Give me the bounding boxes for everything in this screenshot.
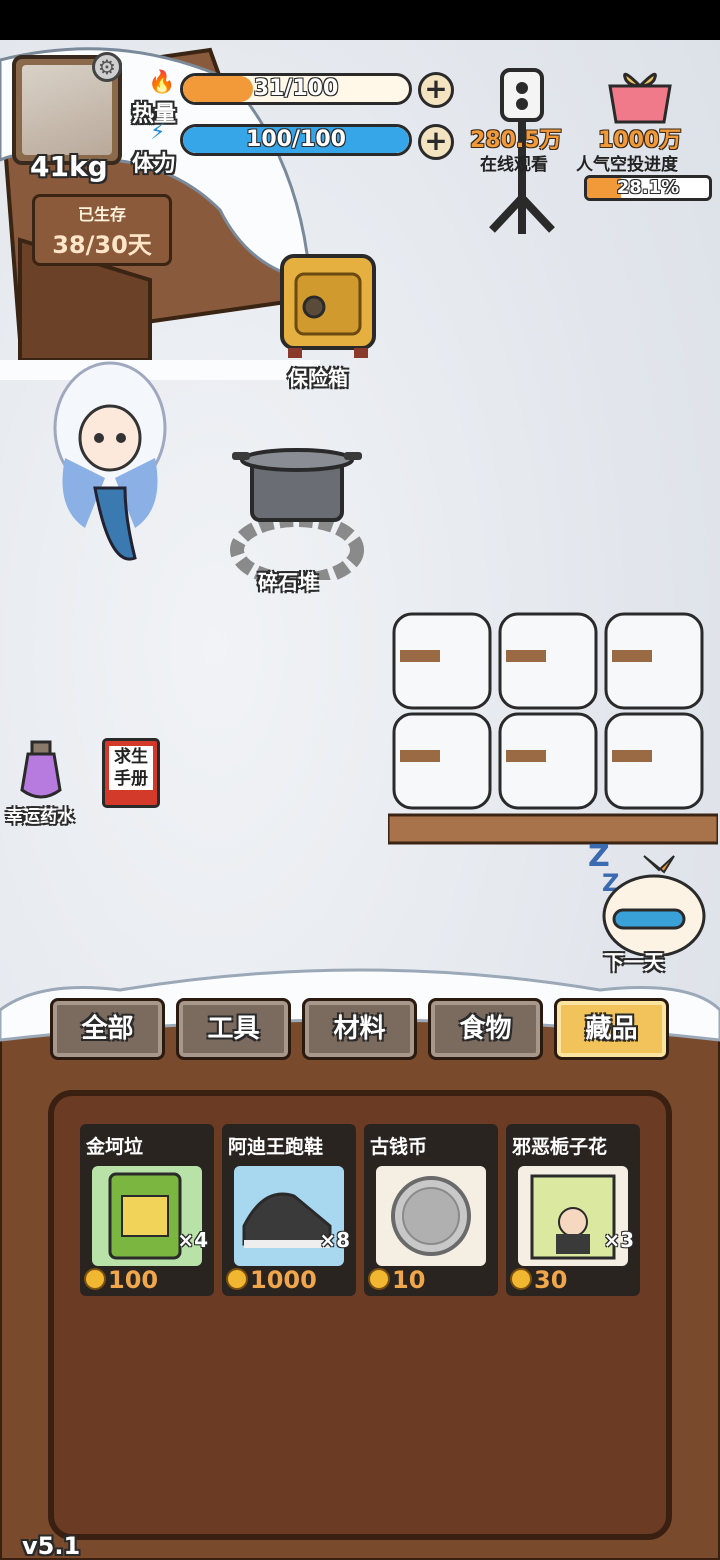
heat-bar: 31/100 xyxy=(180,73,412,105)
cooking-pot[interactable] xyxy=(222,440,372,580)
item-name: 古钱币 xyxy=(370,1136,428,1158)
tab-collectibles[interactable]: 藏品 xyxy=(554,998,669,1060)
coin-icon xyxy=(226,1268,248,1290)
version-text: v5.1 xyxy=(22,1532,81,1560)
safe-box[interactable] xyxy=(278,252,378,362)
potion-icon[interactable] xyxy=(18,740,64,802)
item-price-value: 1000 xyxy=(250,1266,317,1294)
item-price-value: 10 xyxy=(392,1266,426,1294)
item-name: 金坷垃 xyxy=(86,1136,144,1158)
coin-icon xyxy=(510,1268,532,1290)
item-qty: ×3 xyxy=(603,1228,634,1252)
tab-materials-label: 材料 xyxy=(333,1014,386,1044)
coin-icon xyxy=(368,1268,390,1290)
bolt-icon: ⚡ xyxy=(150,120,166,145)
item-name: 邪恶栀子花 xyxy=(512,1136,608,1158)
mermaid-character[interactable] xyxy=(45,358,175,570)
survive-board: 已生存 38/30天 xyxy=(32,194,172,266)
tab-all[interactable]: 全部 xyxy=(50,998,165,1060)
airdrop-progress-text: 28.1% xyxy=(616,177,680,198)
add-heat-button[interactable]: + xyxy=(418,72,454,108)
item-price: 10 xyxy=(368,1266,425,1294)
tab-collectibles-label: 藏品 xyxy=(585,1014,638,1044)
gear-icon[interactable]: ⚙ xyxy=(92,52,122,82)
stamina-label: 体力 xyxy=(132,152,177,177)
item-price-value: 100 xyxy=(108,1266,159,1294)
stamina-bar: 100/100 xyxy=(180,124,412,156)
tab-materials[interactable]: 材料 xyxy=(302,998,417,1060)
safe-label: 保险箱 xyxy=(288,366,348,390)
item-price-value: 30 xyxy=(534,1266,568,1294)
add-stamina-button[interactable]: + xyxy=(418,124,454,160)
item-card[interactable]: 阿迪王跑鞋 ×8 1000 xyxy=(222,1124,356,1296)
tab-food-label: 食物 xyxy=(459,1014,512,1044)
survive-title: 已生存 xyxy=(77,205,126,224)
survive-value: 38/30天 xyxy=(52,231,152,259)
item-card[interactable]: 邪恶栀子花 ×3 30 xyxy=(506,1124,640,1296)
fire-icon: 🔥 xyxy=(148,70,176,95)
item-price: 1000 xyxy=(226,1266,317,1294)
tab-all-label: 全部 xyxy=(81,1014,134,1044)
gift-icon[interactable] xyxy=(600,66,680,126)
heat-value: 31/100 xyxy=(253,76,339,101)
tab-food[interactable]: 食物 xyxy=(428,998,543,1060)
status-bar xyxy=(0,0,720,40)
item-name: 阿迪王跑鞋 xyxy=(228,1136,324,1158)
item-price: 30 xyxy=(510,1266,567,1294)
coin-icon xyxy=(376,1166,486,1266)
item-card[interactable]: 古钱币 10 xyxy=(364,1124,498,1296)
manual-label: 求生手册 xyxy=(109,746,153,790)
item-qty: ×8 xyxy=(319,1228,350,1252)
weight-text: 41kg xyxy=(30,150,108,183)
tab-tools[interactable]: 工具 xyxy=(176,998,291,1060)
coin-icon xyxy=(84,1268,106,1290)
stones-label: 碎石堆 xyxy=(258,570,318,594)
stamina-value: 100/100 xyxy=(246,127,346,152)
farm-plots[interactable] xyxy=(388,610,718,850)
item-price: 100 xyxy=(84,1266,158,1294)
sleeping-girl[interactable]: Z Z xyxy=(584,836,720,956)
viewers-label: 在线观看 xyxy=(480,155,548,175)
item-card[interactable]: 金坷垃 ×4 100 xyxy=(80,1124,214,1296)
airdrop-progress-bar: 28.1% xyxy=(584,175,712,201)
survival-manual-button[interactable]: 求生手册 xyxy=(102,738,160,808)
item-qty: ×4 xyxy=(177,1228,208,1252)
airdrop-label: 人气空投进度 xyxy=(576,155,678,175)
tab-tools-label: 工具 xyxy=(207,1014,260,1044)
potion-label: 幸运药水 xyxy=(6,807,74,827)
